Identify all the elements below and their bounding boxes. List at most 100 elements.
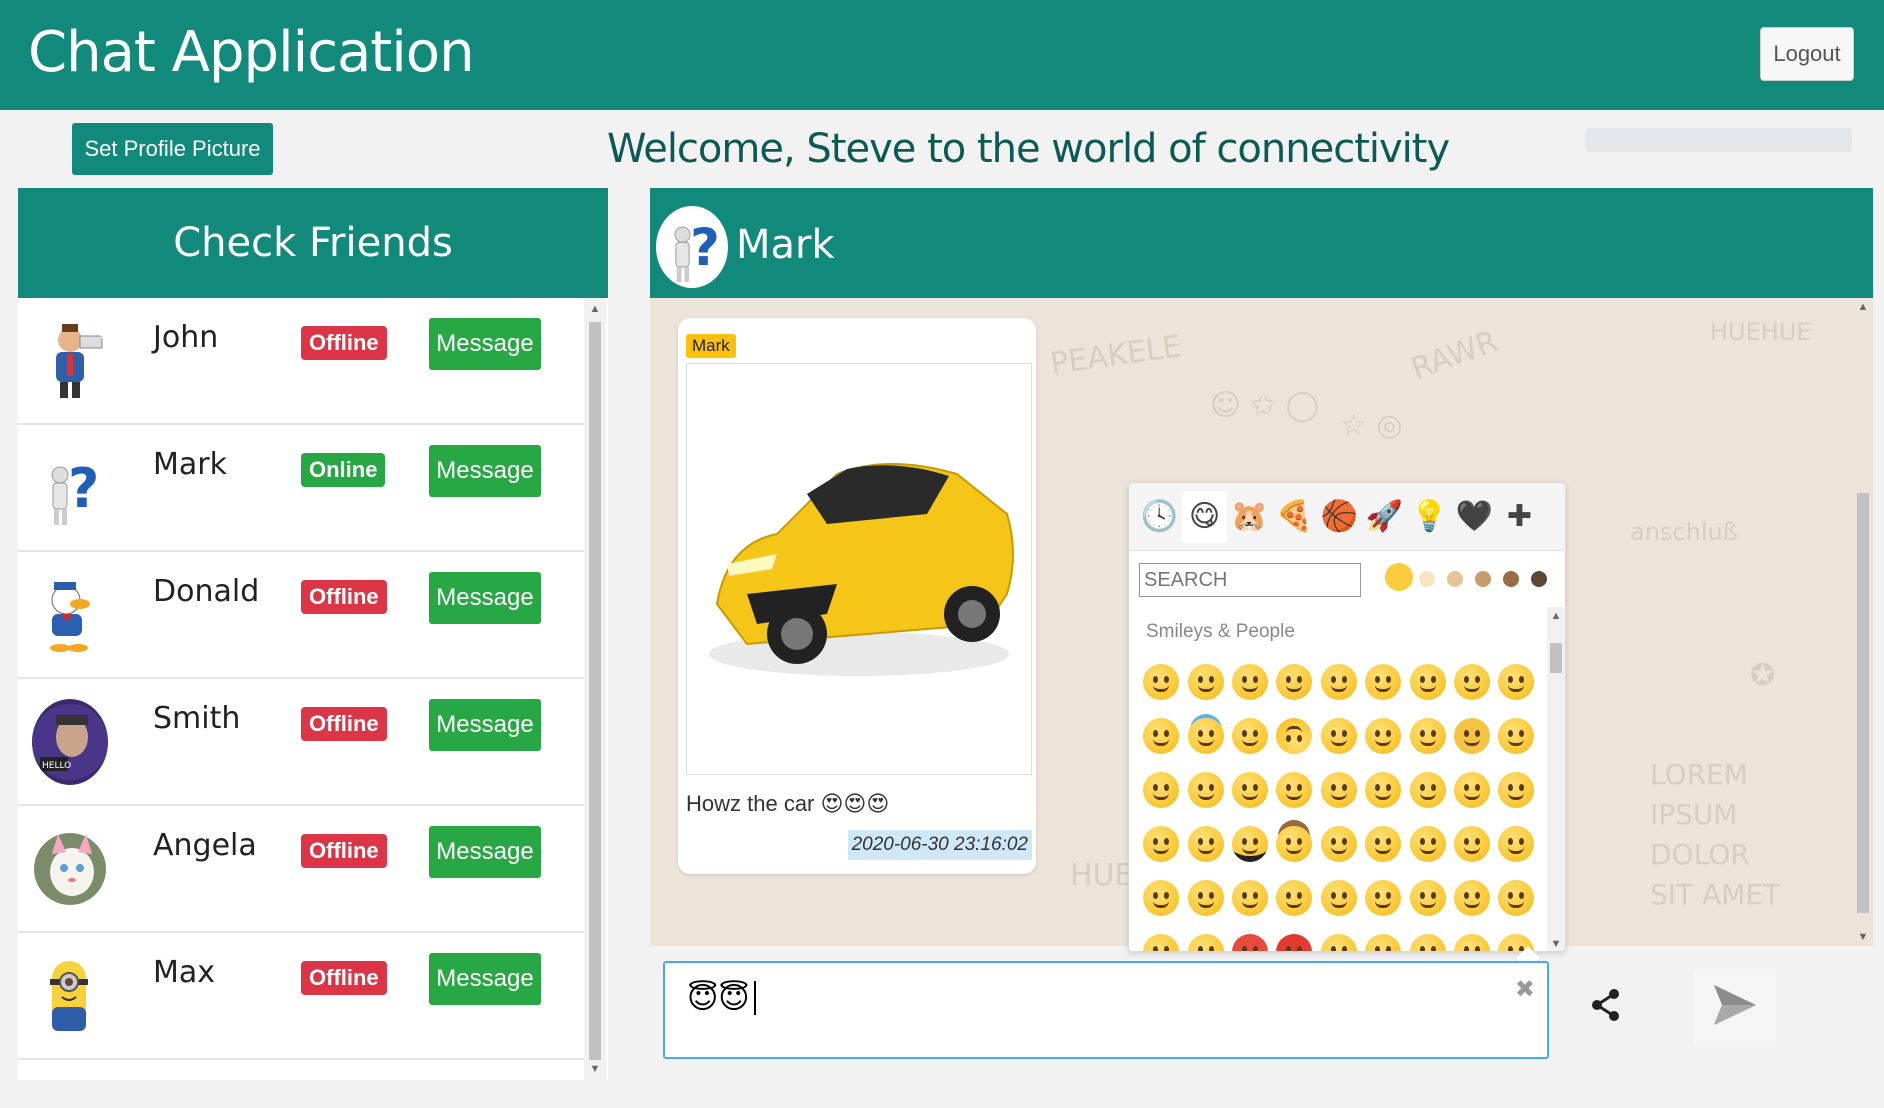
scroll-thumb[interactable] bbox=[589, 322, 601, 1060]
angry-face-icon[interactable] bbox=[1228, 925, 1272, 951]
friend-row-john[interactable]: John Offline Message bbox=[18, 298, 584, 425]
relaxed-face-icon[interactable] bbox=[1494, 655, 1538, 709]
friend-row-max[interactable]: Max Offline Message bbox=[18, 933, 584, 1060]
smiley-face-icon[interactable] bbox=[1183, 655, 1227, 709]
rage-face-icon[interactable] bbox=[1272, 925, 1316, 951]
share-icon[interactable] bbox=[1590, 988, 1622, 1031]
pensive-face-icon[interactable] bbox=[1450, 817, 1494, 871]
kissing-heart-face-icon[interactable] bbox=[1139, 763, 1183, 817]
message-button[interactable]: Message bbox=[429, 445, 541, 497]
rofl-face-icon[interactable] bbox=[1450, 655, 1494, 709]
nerd-face-icon[interactable] bbox=[1183, 817, 1227, 871]
joy-face-icon[interactable] bbox=[1405, 655, 1449, 709]
message-button[interactable]: Message bbox=[429, 699, 541, 751]
skin-tone-light[interactable] bbox=[1419, 571, 1435, 587]
kissing-face-icon[interactable] bbox=[1183, 763, 1227, 817]
confused-face-icon[interactable] bbox=[1139, 871, 1183, 925]
scroll-up-icon[interactable]: ▲ bbox=[1853, 298, 1873, 316]
smiley-icon[interactable]: 😋 bbox=[1182, 490, 1227, 543]
set-profile-picture-button[interactable]: Set Profile Picture bbox=[72, 123, 273, 175]
sweat-smile-face-icon[interactable] bbox=[1361, 655, 1405, 709]
crazy-face-icon[interactable] bbox=[1405, 709, 1449, 763]
chat-scrollbar[interactable]: ▲ ▼ bbox=[1853, 298, 1873, 946]
scroll-up-icon[interactable]: ▲ bbox=[1547, 607, 1565, 625]
skin-tone-medium-light[interactable] bbox=[1447, 571, 1463, 587]
frowning-face-icon[interactable] bbox=[1228, 871, 1272, 925]
blush-face-icon[interactable] bbox=[1139, 709, 1183, 763]
close-icon[interactable]: ✖ bbox=[1515, 975, 1535, 1004]
confounded-face-icon[interactable] bbox=[1361, 871, 1405, 925]
friend-row-donald[interactable]: Donald Offline Message bbox=[18, 552, 584, 679]
sob-face-icon[interactable] bbox=[1183, 925, 1227, 951]
upside-down-face-icon[interactable] bbox=[1272, 709, 1316, 763]
rocket-icon[interactable]: 🚀 bbox=[1362, 491, 1407, 543]
slight-smile-face-icon[interactable] bbox=[1228, 709, 1272, 763]
skin-tone-medium-dark[interactable] bbox=[1503, 571, 1519, 587]
heart-eyes-face-icon[interactable] bbox=[1494, 709, 1538, 763]
clock-icon[interactable]: 🕓 bbox=[1137, 491, 1182, 543]
cry-face-icon[interactable] bbox=[1139, 925, 1183, 951]
grin-face-icon[interactable] bbox=[1272, 655, 1316, 709]
kissing-smiling-face-icon[interactable] bbox=[1228, 763, 1272, 817]
scroll-down-icon[interactable]: ▼ bbox=[1853, 928, 1873, 946]
scroll-down-icon[interactable]: ▼ bbox=[1547, 935, 1565, 951]
triumph-face-icon[interactable] bbox=[1494, 871, 1538, 925]
smile-face-icon[interactable] bbox=[1228, 655, 1272, 709]
food-icon[interactable]: 🍕 bbox=[1272, 491, 1317, 543]
worried-face-icon[interactable] bbox=[1494, 817, 1538, 871]
friend-row-angela[interactable]: Angela Offline Message bbox=[18, 806, 584, 933]
star-struck-face-icon[interactable] bbox=[1450, 709, 1494, 763]
ball-icon[interactable]: 🏀 bbox=[1317, 491, 1362, 543]
innocent-face-icon[interactable] bbox=[1183, 709, 1227, 763]
scroll-down-icon[interactable]: ▼ bbox=[584, 1060, 606, 1078]
scroll-thumb[interactable] bbox=[1857, 493, 1869, 913]
skin-tone-dark[interactable] bbox=[1531, 571, 1547, 587]
yellow-sports-car-image[interactable] bbox=[686, 363, 1032, 775]
skin-tone-medium[interactable] bbox=[1475, 571, 1491, 587]
kissing-closed-eyes-face-icon[interactable] bbox=[1272, 763, 1316, 817]
hugging-face-icon[interactable] bbox=[1139, 817, 1183, 871]
friend-row-mark[interactable]: ? Mark Online Message bbox=[18, 425, 584, 552]
top-search-bar[interactable] bbox=[1585, 128, 1852, 152]
tired-face-icon[interactable] bbox=[1405, 871, 1449, 925]
smirk-face-icon[interactable] bbox=[1317, 817, 1361, 871]
weary-face-icon[interactable] bbox=[1450, 871, 1494, 925]
face-icon[interactable] bbox=[1494, 925, 1538, 951]
logout-button[interactable]: Logout bbox=[1760, 27, 1854, 81]
bulb-icon[interactable]: 💡 bbox=[1407, 491, 1452, 543]
disappointed-face-icon[interactable] bbox=[1405, 817, 1449, 871]
yum-face-icon[interactable] bbox=[1317, 763, 1361, 817]
face-icon[interactable] bbox=[1361, 925, 1405, 951]
grinning-face-icon[interactable] bbox=[1139, 655, 1183, 709]
heart-icon[interactable]: 🖤 bbox=[1452, 491, 1497, 543]
friends-scrollbar[interactable]: ▲ ▼ bbox=[584, 298, 606, 1080]
emoji-search-input[interactable] bbox=[1139, 563, 1361, 597]
cowboy-face-icon[interactable] bbox=[1272, 817, 1316, 871]
message-button[interactable]: Message bbox=[429, 953, 541, 1005]
scroll-thumb[interactable] bbox=[1550, 643, 1562, 673]
tongue-face-icon[interactable] bbox=[1450, 763, 1494, 817]
monocle-face-icon[interactable] bbox=[1183, 871, 1227, 925]
money-mouth-face-icon[interactable] bbox=[1494, 763, 1538, 817]
message-input[interactable]: 😇😇 ✖ bbox=[663, 961, 1549, 1059]
laughing-face-icon[interactable] bbox=[1317, 655, 1361, 709]
skin-tone-default[interactable] bbox=[1385, 563, 1413, 591]
slight-frown-face-icon[interactable] bbox=[1272, 871, 1316, 925]
friend-row-smith[interactable]: HELLO Smith Offline Message bbox=[18, 679, 584, 806]
face-icon[interactable] bbox=[1317, 925, 1361, 951]
emoji-grid-scrollbar[interactable]: ▲ ▼ bbox=[1547, 607, 1565, 951]
message-button[interactable]: Message bbox=[429, 572, 541, 624]
flag-icon[interactable]: ✚ bbox=[1497, 491, 1542, 543]
sunglasses-face-icon[interactable] bbox=[1228, 817, 1272, 871]
relieved-face-icon[interactable] bbox=[1361, 709, 1405, 763]
animal-icon[interactable]: 🐹 bbox=[1227, 491, 1272, 543]
send-button[interactable] bbox=[1694, 971, 1776, 1043]
tongue-wink-face-icon[interactable] bbox=[1361, 763, 1405, 817]
scroll-up-icon[interactable]: ▲ bbox=[584, 300, 606, 318]
wink-face-icon[interactable] bbox=[1317, 709, 1361, 763]
unamused-face-icon[interactable] bbox=[1361, 817, 1405, 871]
message-bubble[interactable]: Mark Howz the car 😍😍😍 2020-06-30 23:16:0… bbox=[678, 318, 1036, 874]
message-button[interactable]: Message bbox=[429, 826, 541, 878]
squint-tongue-face-icon[interactable] bbox=[1405, 763, 1449, 817]
face-icon[interactable] bbox=[1405, 925, 1449, 951]
